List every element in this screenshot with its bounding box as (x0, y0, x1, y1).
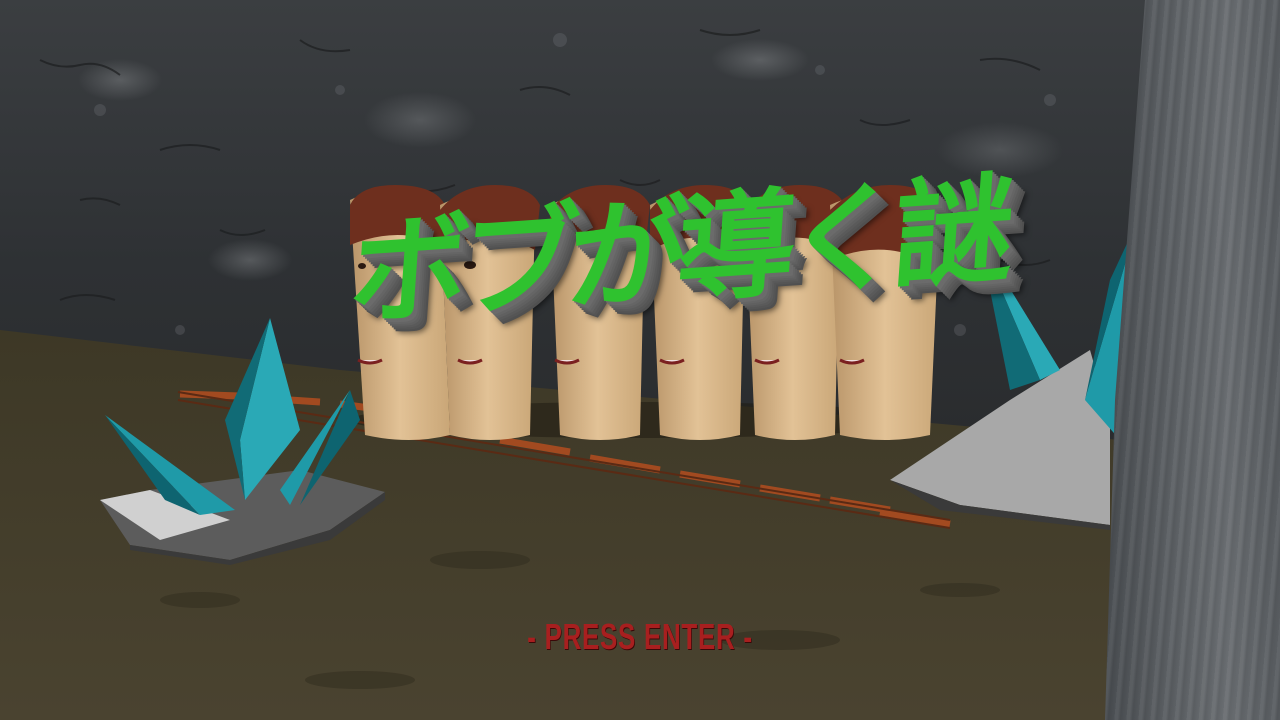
game-scene: ボブが導く謎 - PRESS ENTER - (0, 0, 1280, 720)
title-overlay: ボブが導く謎 - PRESS ENTER - (0, 0, 1280, 720)
press-enter-prompt[interactable]: - PRESS ENTER - (179, 616, 1101, 658)
game-title: ボブが導く謎 (345, 159, 1009, 343)
